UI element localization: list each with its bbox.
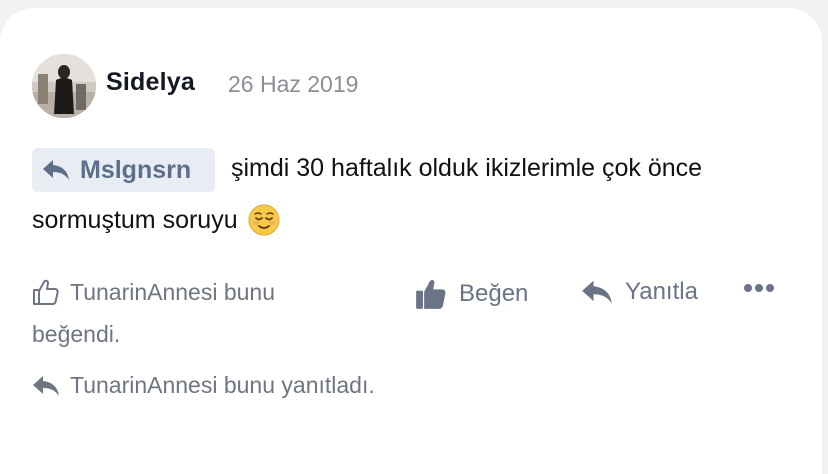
thumbs-up-outline-icon	[33, 279, 59, 305]
message-text-line1: şimdi 30 haftalık olduk ikizlerimle çok …	[231, 154, 703, 182]
liked-by-text-cont: beğendi.	[32, 321, 121, 347]
reply-arrow-icon	[582, 280, 612, 304]
avatar-photo	[32, 54, 96, 118]
message-text-line2-text: sormuştum soruyu	[32, 205, 238, 234]
replied-by-text: TunarinAnnesi bunu yanıtladı.	[70, 372, 375, 398]
post-date: 26 Haz 2019	[228, 71, 359, 97]
like-button[interactable]: Beğen	[415, 278, 528, 310]
message-text-line2: sormuştum soruyu	[32, 204, 280, 236]
thumbs-up-icon	[416, 280, 446, 309]
reply-arrow-icon	[43, 160, 69, 180]
relieved-face-icon	[248, 204, 280, 236]
dot	[755, 284, 763, 292]
reply-mention-chip[interactable]: Mslgnsrn	[32, 148, 215, 192]
author-name[interactable]: Sidelya	[106, 68, 195, 97]
reply-button[interactable]: Yanıtla	[581, 278, 698, 306]
like-button-label: Beğen	[459, 280, 529, 307]
replied-by-line[interactable]: TunarinAnnesi bunu yanıtladı.	[32, 372, 375, 399]
dot	[766, 284, 774, 292]
mention-username: Mslgnsrn	[80, 155, 192, 184]
liked-by-text: TunarinAnnesi bunu	[70, 278, 276, 305]
avatar[interactable]	[32, 54, 96, 118]
post-card: Sidelya 26 Haz 2019 Mslgnsrn şimdi 30 ha…	[0, 8, 822, 474]
liked-by-line[interactable]: TunarinAnnesi bunu	[32, 278, 275, 306]
reply-arrow-icon	[33, 375, 59, 396]
more-dots-icon[interactable]	[744, 284, 774, 292]
dot	[744, 284, 752, 292]
reply-button-label: Yanıtla	[625, 278, 698, 305]
